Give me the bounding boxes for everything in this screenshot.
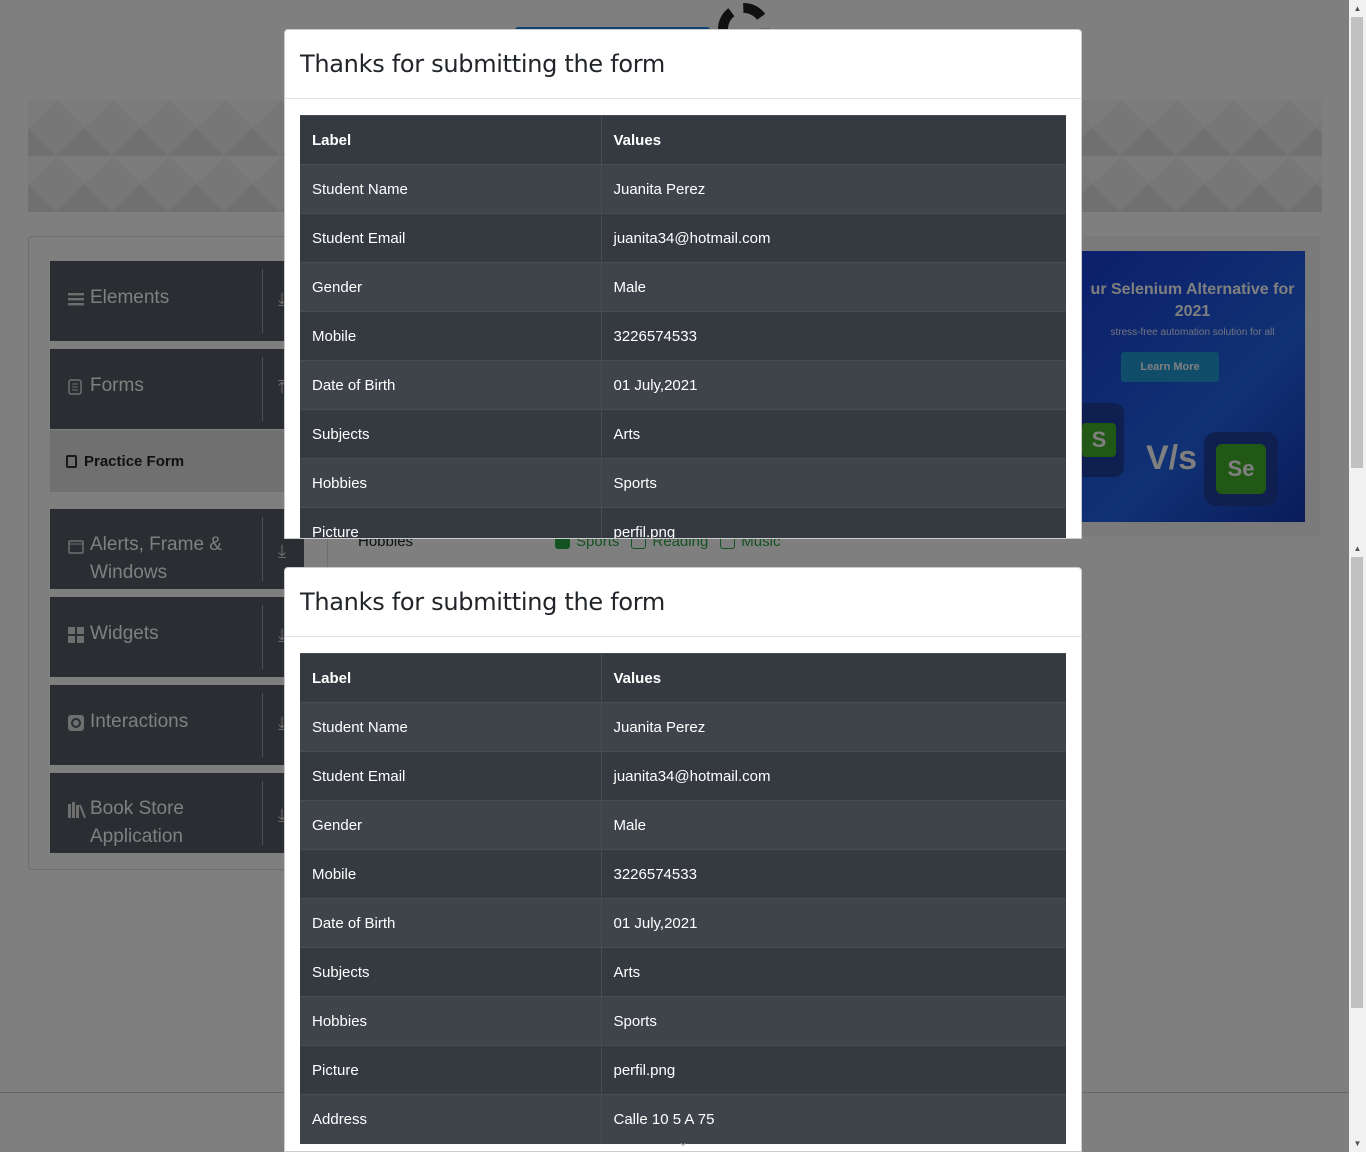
row-label: Hobbies [300, 458, 602, 508]
table-row: Mobile 3226574533 [300, 311, 1066, 361]
row-label: Hobbies [300, 996, 602, 1046]
table-header-row: Label Values [300, 115, 1066, 165]
chevron-down-icon[interactable]: ⌄ [678, 1135, 688, 1149]
table-row: Picture perfil.png [300, 507, 1066, 538]
row-value: Sports [601, 996, 1066, 1046]
table-row: Gender Male [300, 262, 1066, 312]
table-row: Student Email juanita34@hotmail.com [300, 751, 1066, 801]
row-value: Arts [601, 947, 1066, 997]
submission-modal: Thanks for submitting the form Label Val… [284, 567, 1082, 1152]
table-row: Date of Birth 01 July,2021 [300, 360, 1066, 410]
column-header-label: Label [300, 653, 602, 703]
table-row: Gender Male [300, 800, 1066, 850]
column-header-values: Values [601, 115, 1066, 165]
table-row: Hobbies Sports [300, 996, 1066, 1046]
table-row: Hobbies Sports [300, 458, 1066, 508]
row-value: 01 July,2021 [601, 898, 1066, 948]
submission-modal: Thanks for submitting the form Label Val… [284, 29, 1082, 539]
table-row: Student Name Juanita Perez [300, 702, 1066, 752]
modal-title: Thanks for submitting the form [300, 50, 665, 78]
submission-table: Label Values Student Name Juanita Perez S… [300, 115, 1066, 538]
row-label: Gender [300, 800, 602, 850]
row-value: 01 July,2021 [601, 360, 1066, 410]
row-label: Student Name [300, 164, 602, 214]
row-value: 3226574533 [601, 311, 1066, 361]
modal-body: Label Values Student Name Juanita Perez S… [285, 637, 1081, 1144]
row-value: perfil.png [601, 507, 1066, 538]
table-row: Student Name Juanita Perez [300, 164, 1066, 214]
row-value: Calle 10 5 A 75 [601, 1094, 1066, 1144]
row-value: Male [601, 262, 1066, 312]
row-label: Student Email [300, 213, 602, 263]
row-label: Mobile [300, 311, 602, 361]
scroll-down-arrow-icon[interactable]: ▼ [1349, 1135, 1366, 1152]
row-value: Male [601, 800, 1066, 850]
table-header-row: Label Values [300, 653, 1066, 703]
modal-header: Thanks for submitting the form [285, 568, 1081, 637]
column-header-label: Label [300, 115, 602, 165]
scroll-up-arrow-icon[interactable]: ▲ [1349, 540, 1366, 557]
modal-body: Label Values Student Name Juanita Perez S… [285, 99, 1081, 538]
table-row: Subjects Arts [300, 947, 1066, 997]
row-value: perfil.png [601, 1045, 1066, 1095]
row-value: Sports [601, 458, 1066, 508]
scrollbar-thumb[interactable] [1351, 17, 1363, 468]
scrollbar-thumb[interactable] [1351, 557, 1363, 1008]
table-row: Mobile 3226574533 [300, 849, 1066, 899]
row-label: Address [300, 1094, 602, 1144]
row-label: Picture [300, 1045, 602, 1095]
row-label: Date of Birth [300, 898, 602, 948]
row-value: 3226574533 [601, 849, 1066, 899]
row-label: Gender [300, 262, 602, 312]
row-value: Arts [601, 409, 1066, 459]
row-label: Date of Birth [300, 360, 602, 410]
row-label: Subjects [300, 947, 602, 997]
modal-title: Thanks for submitting the form [300, 588, 665, 616]
scroll-up-arrow-icon[interactable]: ▲ [1349, 0, 1366, 17]
table-row: Student Email juanita34@hotmail.com [300, 213, 1066, 263]
column-header-values: Values [601, 653, 1066, 703]
row-label: Picture [300, 507, 602, 538]
modal-header: Thanks for submitting the form [285, 30, 1081, 99]
row-value: Juanita Perez [601, 164, 1066, 214]
row-value: juanita34@hotmail.com [601, 213, 1066, 263]
row-value: Juanita Perez [601, 702, 1066, 752]
table-row: Subjects Arts [300, 409, 1066, 459]
row-label: Mobile [300, 849, 602, 899]
row-label: Student Email [300, 751, 602, 801]
table-row: Date of Birth 01 July,2021 [300, 898, 1066, 948]
row-value: juanita34@hotmail.com [601, 751, 1066, 801]
submission-table: Label Values Student Name Juanita Perez S… [300, 653, 1066, 1144]
row-label: Student Name [300, 702, 602, 752]
table-row: Picture perfil.png [300, 1045, 1066, 1095]
row-label: Subjects [300, 409, 602, 459]
page-scrollbar[interactable]: ▲ ▲ ▼ [1349, 0, 1366, 1152]
